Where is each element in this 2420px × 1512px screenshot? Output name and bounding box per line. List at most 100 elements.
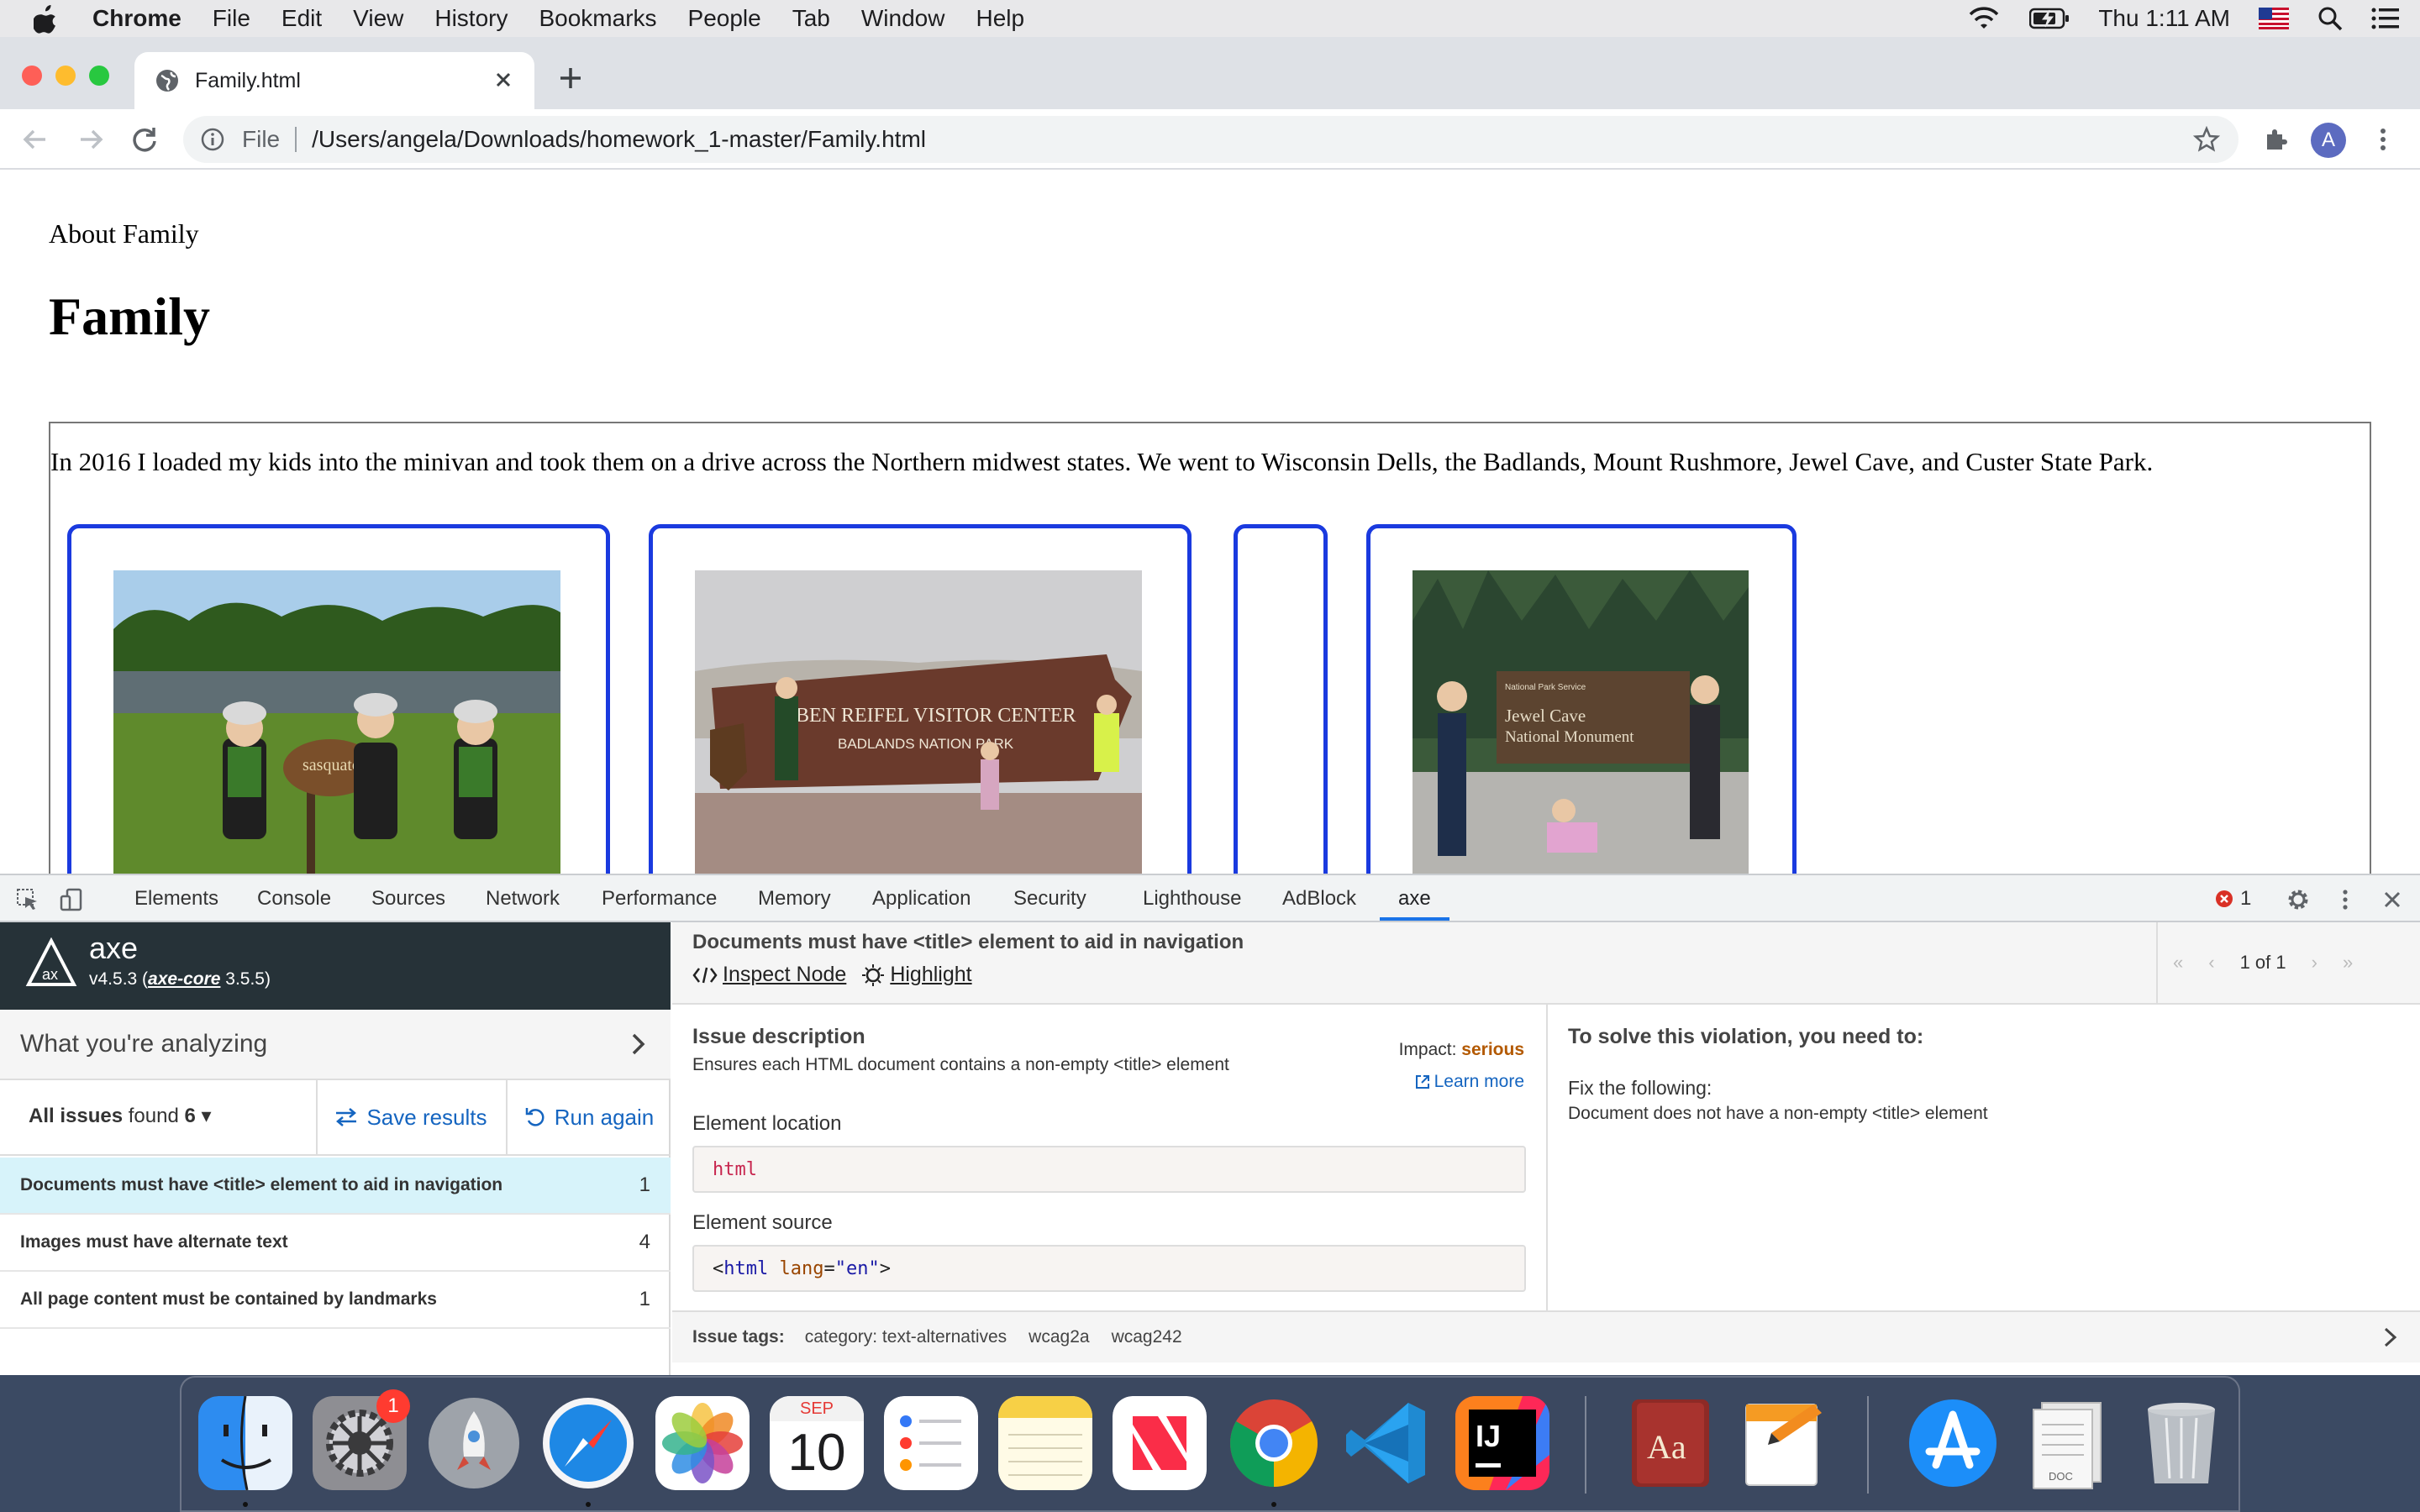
devtools-tab-application[interactable]: Application <box>872 875 971 921</box>
menu-bookmarks[interactable]: Bookmarks <box>539 5 656 32</box>
devtools-close-icon[interactable] <box>2380 887 2405 912</box>
inspect-node-link[interactable]: Inspect Node <box>723 963 846 987</box>
menu-history[interactable]: History <box>434 5 508 32</box>
site-info-icon[interactable] <box>200 127 225 152</box>
window-zoom-button[interactable] <box>89 66 109 86</box>
safari-icon[interactable] <box>541 1396 635 1490</box>
intellij-idea-icon[interactable]: IJ <box>1455 1396 1549 1490</box>
devtools-tab-adblock[interactable]: AdBlock <box>1282 875 1356 921</box>
device-toolbar-icon[interactable] <box>59 887 84 912</box>
code-brackets-icon <box>692 967 718 983</box>
finder-icon[interactable] <box>198 1396 292 1490</box>
refresh-icon <box>525 1108 544 1126</box>
about-family-link[interactable]: About Family <box>49 218 199 249</box>
chevron-right-icon <box>632 1033 645 1055</box>
notes-icon[interactable] <box>998 1396 1092 1490</box>
source-tag-name: html <box>723 1257 769 1279</box>
learn-more-label: Learn more <box>1434 1072 1524 1091</box>
tab-close-icon[interactable] <box>491 67 516 92</box>
pages-icon[interactable] <box>1738 1396 1832 1490</box>
apple-icon[interactable] <box>34 3 59 34</box>
issue-row-image-alt[interactable]: Images must have alternate text 4 <box>0 1215 671 1272</box>
launchpad-icon[interactable] <box>427 1396 521 1490</box>
devtools-tab-console[interactable]: Console <box>257 875 331 921</box>
dictionary-icon[interactable]: Aa <box>1623 1396 1718 1490</box>
battery-charging-icon[interactable] <box>2029 8 2070 29</box>
bookmark-star-icon[interactable] <box>2193 126 2220 153</box>
issue-row-document-title[interactable]: Documents must have <title> element to a… <box>0 1158 671 1215</box>
address-bar[interactable]: File /Users/angela/Downloads/homework_1-… <box>183 116 2238 163</box>
app-store-icon[interactable] <box>1906 1396 2000 1490</box>
analyzing-label: What you're analyzing <box>20 1030 268 1058</box>
trash-icon[interactable] <box>2134 1396 2228 1490</box>
devtools-menu-kebab-icon[interactable] <box>2333 887 2358 912</box>
devtools-tab-axe[interactable]: axe <box>1380 875 1449 921</box>
issue-count: 1 <box>639 1288 650 1310</box>
photos-icon[interactable] <box>655 1396 750 1490</box>
next-page-icon[interactable]: › <box>2312 952 2317 974</box>
chrome-menu-kebab-icon[interactable] <box>2368 124 2398 155</box>
menu-file[interactable]: File <box>213 5 250 32</box>
menu-app-name[interactable]: Chrome <box>92 5 182 32</box>
first-page-icon[interactable]: « <box>2173 952 2183 974</box>
chrome-running-dot <box>1271 1502 1276 1507</box>
devtools-tab-memory[interactable]: Memory <box>758 875 831 921</box>
url-text[interactable]: /Users/angela/Downloads/homework_1-maste… <box>312 126 926 153</box>
window-close-button[interactable] <box>22 66 42 86</box>
window-minimize-button[interactable] <box>55 66 76 86</box>
downloads-stack-icon[interactable]: DOC <box>2020 1396 2114 1490</box>
calendar-icon[interactable]: SEP 10 <box>770 1396 864 1490</box>
issues-filter-dropdown[interactable]: All issues found 6 ▾ <box>29 1104 212 1128</box>
forward-arrow-icon[interactable] <box>76 124 106 155</box>
extensions-puzzle-icon[interactable] <box>2260 124 2291 155</box>
menubar-clock[interactable]: Thu 1:11 AM <box>2098 5 2230 32</box>
chevron-right-icon[interactable] <box>2378 1326 2402 1349</box>
devtools-tab-network[interactable]: Network <box>486 875 560 921</box>
reload-icon[interactable] <box>129 124 160 155</box>
google-chrome-icon[interactable] <box>1227 1396 1321 1490</box>
menu-edit[interactable]: Edit <box>281 5 322 32</box>
devtools-tab-sources[interactable]: Sources <box>371 875 445 921</box>
photo-sasquatch-kids: sasquatch <box>113 570 560 874</box>
run-again-button[interactable]: Run again <box>506 1080 671 1154</box>
devtools-tab-performance[interactable]: Performance <box>602 875 717 921</box>
issues-toolbar: All issues found 6 ▾ Save results Run ag… <box>0 1080 671 1156</box>
notification-center-icon[interactable] <box>2371 7 2400 30</box>
tab-family-html[interactable]: Family.html <box>134 52 534 109</box>
axe-core-link[interactable]: axe-core <box>148 969 220 989</box>
last-page-icon[interactable]: » <box>2343 952 2353 974</box>
devtools-tab-elements[interactable]: Elements <box>134 875 218 921</box>
menu-view[interactable]: View <box>353 5 403 32</box>
menu-people[interactable]: People <box>688 5 761 32</box>
wifi-icon[interactable] <box>1967 5 2001 32</box>
vscode-icon[interactable] <box>1341 1396 1435 1490</box>
element-location-code[interactable]: html <box>692 1146 1526 1193</box>
devtools-tab-security[interactable]: Security <box>1013 875 1086 921</box>
devtools-tab-lighthouse[interactable]: Lighthouse <box>1143 875 1241 921</box>
issue-row-landmarks[interactable]: All page content must be contained by la… <box>0 1272 671 1329</box>
error-count-badge[interactable]: 1 <box>2215 887 2251 911</box>
highlight-link[interactable]: Highlight <box>890 963 971 987</box>
spotlight-search-icon[interactable] <box>2317 6 2343 31</box>
settings-gear-icon[interactable] <box>2286 887 2311 912</box>
issue-detail-header: Documents must have <title> element to a… <box>672 922 2420 1005</box>
profile-avatar[interactable]: A <box>2311 123 2346 158</box>
calendar-month: SEP <box>770 1396 864 1421</box>
issue-label: Images must have alternate text <box>20 1232 288 1252</box>
us-flag-icon[interactable] <box>2259 8 2289 29</box>
what-youre-analyzing-row[interactable]: What you're analyzing <box>0 1010 671 1080</box>
inspect-element-icon[interactable] <box>15 887 40 912</box>
reminders-icon[interactable] <box>884 1396 978 1490</box>
element-source-code[interactable]: < html lang = "en" > <box>692 1245 1526 1292</box>
menu-tab[interactable]: Tab <box>792 5 830 32</box>
impact-label: Impact: serious <box>1399 1040 1524 1060</box>
news-icon[interactable] <box>1113 1396 1207 1490</box>
new-tab-plus-icon[interactable] <box>558 66 583 91</box>
prev-page-icon[interactable]: ‹ <box>2208 952 2214 974</box>
element-location-label: Element location <box>692 1112 842 1135</box>
menu-window[interactable]: Window <box>861 5 945 32</box>
learn-more-link[interactable]: Learn more <box>1414 1072 1524 1092</box>
save-results-button[interactable]: Save results <box>316 1080 504 1154</box>
back-arrow-icon[interactable] <box>20 124 50 155</box>
menu-help[interactable]: Help <box>976 5 1024 32</box>
